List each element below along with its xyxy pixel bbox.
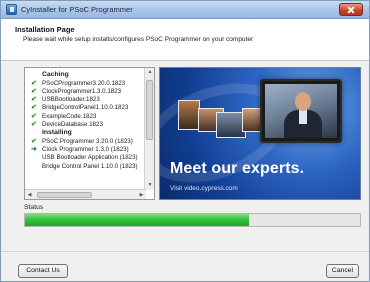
vertical-scrollbar[interactable]: ▲ ▼ bbox=[144, 68, 154, 190]
install-group-title: Installing bbox=[42, 129, 72, 137]
install-item-label: Bridge Control Panel 1.10.0 (1823) bbox=[42, 162, 138, 170]
contact-us-button[interactable]: Contact Us bbox=[18, 264, 68, 278]
progress-fill bbox=[25, 214, 250, 226]
install-list-content: Caching ✔ PSoCProgrammer3.20.0.1823 ✔ ClockP… bbox=[25, 71, 145, 171]
page-header: Installation Page Please wait while setu… bbox=[1, 19, 369, 61]
check-icon: ✔ bbox=[31, 120, 37, 128]
expert-photo bbox=[178, 100, 200, 130]
footer-divider bbox=[1, 251, 369, 252]
install-item-label: Clock Programmer 1.3.0 (1823) bbox=[42, 146, 129, 154]
install-list-item: ✔ DeviceDatabase.1823 bbox=[25, 121, 145, 129]
install-item-label: PSoC Programmer 3.20.0 (1823) bbox=[42, 137, 133, 145]
install-list-item: ✔ BridgeControlPanel1.10.0.1823 bbox=[25, 104, 145, 112]
check-icon: ✔ bbox=[31, 79, 37, 87]
vertical-scroll-thumb[interactable] bbox=[146, 80, 153, 140]
install-item-label: ClockProgrammer1.3.0.1823 bbox=[42, 87, 122, 95]
scroll-right-icon[interactable]: ▶ bbox=[137, 190, 146, 199]
video-screen bbox=[260, 79, 342, 143]
banner-link-text: Visit video.cypress.com bbox=[170, 185, 238, 192]
install-list-item: ✔ PSoC Programmer 3.20.0 (1823) bbox=[25, 138, 145, 146]
check-icon: ✔ bbox=[31, 112, 37, 120]
install-list-item: ➜ Clock Programmer 1.3.0 (1823) bbox=[25, 146, 145, 154]
install-item-label: PSoCProgrammer3.20.0.1823 bbox=[42, 79, 126, 87]
install-list-item: ✔ PSoCProgrammer3.20.0.1823 bbox=[25, 80, 145, 88]
page-title: Installation Page bbox=[15, 25, 75, 34]
scroll-up-icon[interactable]: ▲ bbox=[145, 68, 154, 77]
check-icon: ✔ bbox=[31, 104, 37, 112]
cancel-button[interactable]: Cancel bbox=[326, 264, 359, 278]
scroll-down-icon[interactable]: ▼ bbox=[145, 181, 154, 190]
install-list-item: ✔ ClockProgrammer1.3.0.1823 bbox=[25, 88, 145, 96]
title-bar[interactable]: CyInstaller for PSoC Programmer bbox=[1, 1, 369, 19]
install-item-label: USBBootloader.1823 bbox=[42, 96, 100, 104]
install-progress-bar bbox=[24, 213, 361, 227]
horizontal-scrollbar[interactable]: ◀ ▶ bbox=[25, 189, 146, 199]
install-item-label: ExampleCode.1823 bbox=[42, 112, 97, 120]
close-button[interactable] bbox=[339, 3, 363, 16]
install-list-item: ✔ ExampleCode.1823 bbox=[25, 113, 145, 121]
video-presenter-image bbox=[265, 84, 337, 138]
check-icon: ✔ bbox=[31, 87, 37, 95]
install-list-item: ✔ USBBootloader.1823 bbox=[25, 96, 145, 104]
install-item-label: DeviceDatabase.1823 bbox=[42, 120, 103, 128]
install-item-label: USB Bootloader Application (1823) bbox=[42, 154, 138, 162]
check-icon: ✔ bbox=[31, 137, 37, 145]
install-list-item: USB Bootloader Application (1823) bbox=[25, 154, 145, 162]
installer-window: CyInstaller for PSoC Programmer Installa… bbox=[0, 0, 370, 282]
install-list-item: Bridge Control Panel 1.10.0 (1823) bbox=[25, 163, 145, 171]
check-icon: ✔ bbox=[31, 96, 37, 104]
status-label: Status bbox=[24, 204, 44, 211]
scroll-left-icon[interactable]: ◀ bbox=[25, 190, 34, 199]
banner-headline: Meet our experts. bbox=[170, 160, 305, 177]
install-group-title: Caching bbox=[42, 71, 69, 78]
horizontal-scroll-thumb[interactable] bbox=[37, 192, 92, 198]
install-item-label: BridgeControlPanel1.10.0.1823 bbox=[42, 104, 129, 112]
arrow-right-icon: ➜ bbox=[31, 146, 37, 154]
promo-banner[interactable]: Meet our experts. Visit video.cypress.co… bbox=[159, 67, 361, 200]
window-title: CyInstaller for PSoC Programmer bbox=[21, 5, 133, 14]
app-icon bbox=[6, 4, 17, 15]
install-progress-list[interactable]: Caching ✔ PSoCProgrammer3.20.0.1823 ✔ ClockP… bbox=[24, 67, 155, 200]
page-subtitle: Please wait while setup installs/configu… bbox=[23, 36, 254, 43]
